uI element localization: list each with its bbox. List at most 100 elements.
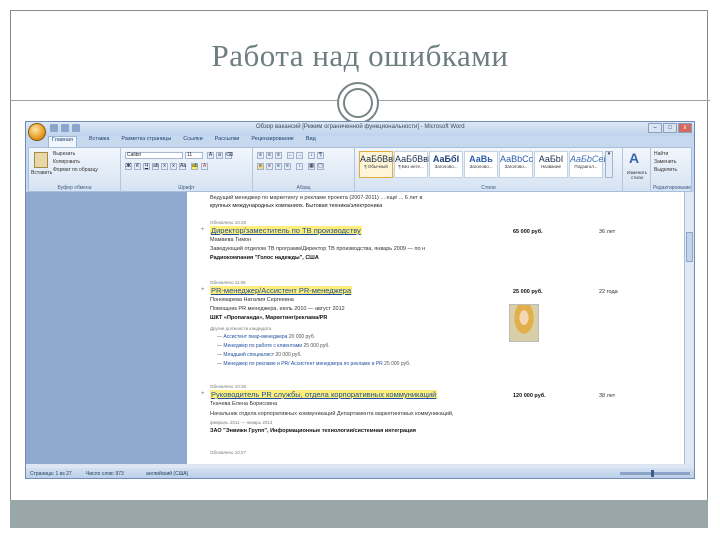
style-name: ¶ Обычный — [364, 164, 388, 169]
office-button[interactable] — [28, 123, 46, 141]
tab-page-layout[interactable]: Разметка страницы — [121, 136, 171, 147]
copy-button[interactable]: Копировать — [53, 159, 80, 165]
font-name-select[interactable]: Calibri — [125, 152, 183, 159]
font-size-select[interactable]: 11 — [185, 152, 203, 159]
tab-view[interactable]: Вид — [306, 136, 316, 147]
format-painter-button[interactable]: Формат по образцу — [53, 167, 98, 173]
sort-icon[interactable]: ↓ — [308, 152, 315, 159]
listing-updated: Обновлено 10:27 — [210, 450, 246, 455]
tab-review[interactable]: Рецензирование — [251, 136, 293, 147]
style-normal[interactable]: АаБбВвГ ¶ Обычный — [359, 151, 398, 178]
align-center-icon[interactable]: ≡ — [266, 163, 273, 170]
close-button[interactable]: x — [678, 123, 692, 133]
font-color-icon[interactable]: A — [201, 163, 208, 170]
line-spacing-icon[interactable]: ↕ — [296, 163, 303, 170]
listing-experience: Помощник PR менеджера, июль 2010 — авгус… — [210, 306, 345, 312]
listing-age: 22 года — [599, 289, 618, 295]
clear-format-icon[interactable]: ⌫ — [225, 152, 233, 159]
paste-icon[interactable] — [34, 152, 48, 168]
other-position-link[interactable]: — Младший специалист 20 000 руб. — [217, 352, 302, 358]
style-sample: АаВbСс — [500, 154, 534, 164]
shading-icon[interactable]: ▦ — [308, 163, 315, 170]
numbering-icon[interactable]: ≡ — [266, 152, 273, 159]
paste-button[interactable]: Вставить — [31, 170, 52, 176]
listing-age: 38 лет — [599, 393, 616, 399]
grow-font-icon[interactable]: A — [207, 152, 214, 159]
bold-icon[interactable]: Ж — [125, 163, 132, 170]
listing-company: ЗАО "Энвижн Групп", Информационные техно… — [210, 428, 416, 434]
change-case-icon[interactable]: Aa — [179, 163, 186, 170]
tab-references[interactable]: Ссылки — [183, 136, 202, 147]
listing-title[interactable]: PR-менеджер/Ассистент PR-менеджера — [210, 286, 353, 295]
strikethrough-icon[interactable]: ab — [152, 163, 159, 170]
superscript-icon[interactable]: x — [170, 163, 177, 170]
document-page[interactable]: Ведущий менеджер по маркетингу и рекламе… — [187, 192, 692, 464]
language-indicator[interactable]: английский (США) — [146, 471, 188, 477]
italic-icon[interactable]: К — [134, 163, 141, 170]
tab-home[interactable]: Главная — [48, 136, 77, 147]
change-styles-icon[interactable]: A — [629, 150, 639, 166]
highlight-icon[interactable]: ab — [191, 163, 198, 170]
word-window: Обзор вакансий [Режим ограниченной функц… — [25, 121, 695, 479]
decrease-indent-icon[interactable]: ← — [287, 152, 294, 159]
listing-title[interactable]: Директор/заместитель по ТВ производству — [210, 226, 362, 235]
listing-title[interactable]: Руководитель PR службы, отдела корпорати… — [210, 390, 438, 399]
align-left-icon[interactable]: ≡ — [257, 163, 264, 170]
change-styles-button[interactable]: Изменить стили — [623, 170, 651, 180]
expand-icon[interactable]: + — [201, 287, 205, 293]
other-position-link[interactable]: — Ассистент пиар-менеджера 20 000 руб. — [217, 334, 315, 340]
expand-icon[interactable]: + — [201, 391, 205, 397]
find-button[interactable]: Найти — [654, 151, 668, 157]
shrink-font-icon[interactable]: a — [216, 152, 223, 159]
style-heading-2[interactable]: АаВь Заголово... — [464, 151, 498, 178]
style-heading-3[interactable]: АаВbСс Заголово... — [499, 151, 533, 178]
listing-updated: Обновлено 10:26 — [210, 220, 246, 225]
multilevel-list-icon[interactable]: ≡ — [275, 152, 282, 159]
redo-icon[interactable] — [72, 124, 80, 132]
tab-mailings[interactable]: Рассылки — [215, 136, 240, 147]
scroll-thumb[interactable] — [686, 232, 693, 262]
style-title[interactable]: АаБbІ Название — [534, 151, 568, 178]
expand-icon[interactable]: + — [201, 227, 205, 233]
replace-button[interactable]: Заменить — [654, 159, 676, 165]
zoom-slider-handle[interactable] — [651, 470, 654, 477]
window-controls: – □ x — [648, 123, 692, 133]
show-marks-icon[interactable]: ¶ — [317, 152, 324, 159]
zoom-slider[interactable] — [620, 472, 690, 475]
other-position-link[interactable]: — Менеджер по рекламе и PR/ Ассистент ме… — [217, 361, 410, 367]
style-sample: АаБбІ — [432, 154, 460, 164]
maximize-button[interactable]: □ — [663, 123, 677, 133]
increase-indent-icon[interactable]: → — [296, 152, 303, 159]
page-count[interactable]: Страница: 1 из 27 — [30, 471, 72, 477]
tab-insert[interactable]: Вставка — [89, 136, 109, 147]
select-button[interactable]: Выделить — [654, 167, 677, 173]
title-bar: Обзор вакансий [Режим ограниченной функц… — [26, 122, 694, 136]
listing-updated: Обновлено 10:26 — [210, 384, 246, 389]
style-sample: АаВь — [469, 154, 493, 164]
justify-icon[interactable]: ≡ — [284, 163, 291, 170]
save-icon[interactable] — [50, 124, 58, 132]
underline-icon[interactable]: Ч — [143, 163, 150, 170]
style-name: Заголово... — [434, 164, 458, 169]
other-position-title: Ассистент пиар-менеджера — [223, 334, 288, 340]
vertical-scrollbar[interactable] — [684, 192, 694, 464]
listing-salary: 120 000 руб. — [513, 393, 546, 399]
style-sample: АаБбВвГ — [395, 154, 433, 164]
borders-icon[interactable]: ▢ — [317, 163, 324, 170]
other-position-link[interactable]: — Менеджер по работе с клиентами 25 000 … — [217, 343, 330, 349]
styles-more-icon[interactable]: ▾ — [605, 151, 613, 178]
align-right-icon[interactable]: ≡ — [275, 163, 282, 170]
style-subtitle[interactable]: АаБbСеЕ Подзагол... — [569, 151, 610, 178]
style-sample: АаБbСеЕ — [570, 154, 610, 164]
word-count[interactable]: Число слов: 973 — [86, 471, 124, 477]
listing-salary: 25 000 руб. — [513, 289, 543, 295]
style-heading-1[interactable]: АаБбІ Заголово... — [429, 151, 463, 178]
style-no-spacing[interactable]: АаБбВвГ ¶ Без инте... — [394, 151, 433, 178]
cut-button[interactable]: Вырезать — [53, 151, 75, 157]
listing-name: Мамаева Тимон — [210, 237, 252, 243]
other-position-salary: 25 000 руб. — [384, 361, 411, 367]
subscript-icon[interactable]: x — [161, 163, 168, 170]
undo-icon[interactable] — [61, 124, 69, 132]
minimize-button[interactable]: – — [648, 123, 662, 133]
bullets-icon[interactable]: ≡ — [257, 152, 264, 159]
